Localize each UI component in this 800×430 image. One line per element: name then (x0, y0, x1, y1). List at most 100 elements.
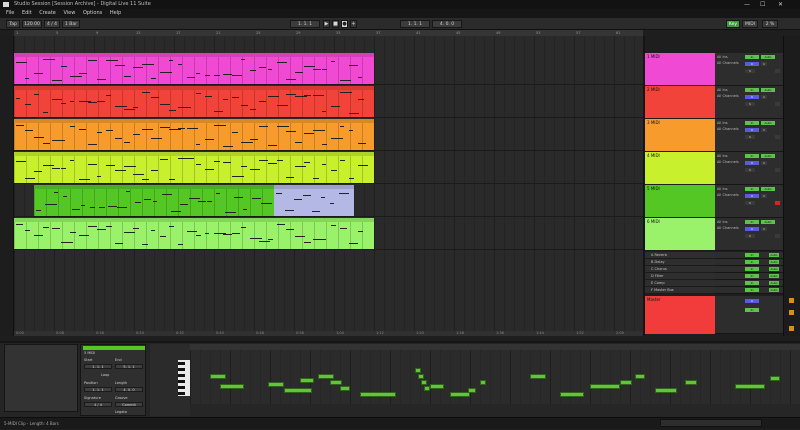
return-monitor-button[interactable]: In (745, 253, 759, 257)
time-ruler[interactable]: 0:00 0:08 0:16 0:24 0:32 0:40 0:48 0:56 1:04 1:12… (14, 331, 643, 336)
menu-options[interactable]: Options (83, 9, 102, 18)
device-drop-area[interactable] (4, 344, 78, 412)
solo-button[interactable]: S (745, 168, 755, 172)
loop-start-field[interactable]: 1. 1. 1 (400, 20, 430, 28)
arm-button[interactable] (775, 168, 780, 172)
record-button[interactable]: ● (341, 20, 348, 28)
midi-note[interactable] (284, 388, 312, 393)
input-type-label[interactable]: All Ins (717, 154, 728, 158)
input-channel-label[interactable]: All Channels (717, 226, 739, 230)
return-send-button[interactable]: Auto (769, 274, 779, 278)
orange-indicator-icon[interactable] (789, 326, 794, 331)
track-lane[interactable] (14, 53, 643, 85)
solo-button[interactable]: S (745, 102, 755, 106)
menu-view[interactable]: View (63, 9, 75, 18)
pan-field[interactable]: C (761, 95, 767, 99)
track-lane[interactable] (14, 119, 643, 151)
black-key[interactable] (178, 368, 185, 371)
track-name[interactable]: 5 MIDI (647, 186, 660, 191)
clip-header[interactable] (274, 185, 354, 189)
midi-note[interactable] (418, 374, 424, 379)
midi-note[interactable] (620, 380, 632, 385)
midi-note[interactable] (330, 380, 342, 385)
midi-note[interactable] (268, 382, 284, 387)
pan-field[interactable]: C (761, 161, 767, 165)
solo-button[interactable]: S (745, 234, 755, 238)
return-send-button[interactable]: Auto (769, 288, 779, 292)
return-send-button[interactable]: Auto (769, 281, 779, 285)
midi-note[interactable] (318, 374, 334, 379)
track-header[interactable]: 5 MIDI (645, 185, 715, 217)
midi-clip[interactable] (14, 53, 374, 84)
track-lane[interactable] (14, 86, 643, 118)
midi-note[interactable] (468, 388, 476, 393)
return-track-header[interactable]: B Delay (645, 259, 715, 266)
loop-length-field[interactable]: 4. 0. 0 (115, 387, 143, 392)
black-key[interactable] (178, 392, 185, 395)
midi-note[interactable] (220, 384, 244, 389)
groove-menu[interactable]: Commit (115, 402, 143, 407)
master-cue-button[interactable]: In (745, 308, 759, 312)
midi-note[interactable] (655, 388, 677, 393)
midi-note[interactable] (530, 374, 546, 379)
arrangement-view[interactable] (14, 36, 643, 331)
track-name[interactable]: 4 MIDI (647, 153, 660, 158)
master-volume-field[interactable]: 0 (745, 299, 759, 303)
track-lane[interactable] (14, 218, 643, 250)
midi-note-editor[interactable] (150, 344, 800, 416)
return-monitor-button[interactable]: In (745, 288, 759, 292)
selected-midi-clip[interactable] (274, 185, 354, 216)
song-position-field[interactable]: 1. 1. 1 (290, 20, 320, 28)
menu-edit[interactable]: Edit (22, 9, 32, 18)
midi-clip[interactable] (14, 152, 374, 183)
monitor-in-button[interactable]: In (745, 121, 759, 125)
track-header[interactable]: 3 MIDI (645, 119, 715, 151)
midi-clip[interactable] (14, 218, 374, 249)
return-monitor-button[interactable]: In (745, 274, 759, 278)
maximize-button[interactable]: ☐ (760, 0, 765, 9)
monitor-in-button[interactable]: In (745, 187, 759, 191)
volume-field[interactable]: 0 (745, 194, 759, 198)
stop-button[interactable]: ■ (332, 20, 339, 28)
monitor-auto-button[interactable]: Auto (761, 220, 775, 224)
clip-signature-field[interactable]: 4 / 4 (84, 402, 112, 407)
monitor-in-button[interactable]: In (745, 55, 759, 59)
midi-note[interactable] (735, 384, 765, 389)
return-track-header[interactable]: E Comp (645, 280, 715, 287)
track-name[interactable]: 6 MIDI (647, 219, 660, 224)
input-type-label[interactable]: All Ins (717, 88, 728, 92)
midi-note[interactable] (300, 378, 314, 383)
editor-ruler[interactable] (190, 344, 800, 350)
midi-note[interactable] (340, 386, 350, 391)
tempo-field[interactable]: 120.00 (22, 20, 42, 28)
menu-help[interactable]: Help (110, 9, 121, 18)
black-key[interactable] (178, 374, 185, 377)
clip-start-field[interactable]: 1. 1. 1 (84, 364, 112, 369)
midi-map-button[interactable]: MIDI (742, 20, 758, 28)
master-track-name[interactable]: Master (647, 297, 661, 302)
track-name[interactable]: 2 MIDI (647, 87, 660, 92)
return-track-header[interactable]: A Reverb (645, 252, 715, 259)
return-track-header[interactable]: C Chorus (645, 266, 715, 273)
midi-note[interactable] (421, 380, 427, 385)
input-type-label[interactable]: All Ins (717, 187, 728, 191)
arm-button[interactable] (775, 102, 780, 106)
monitor-auto-button[interactable]: Auto (761, 121, 775, 125)
key-map-button[interactable]: Key (726, 20, 740, 28)
volume-field[interactable]: 0 (745, 62, 759, 66)
midi-note[interactable] (685, 380, 697, 385)
velocity-lane[interactable] (190, 404, 800, 416)
monitor-auto-button[interactable]: Auto (761, 55, 775, 59)
time-signature-field[interactable]: 4 / 4 (44, 20, 60, 28)
track-header[interactable]: 6 MIDI (645, 218, 715, 250)
input-channel-label[interactable]: All Channels (717, 127, 739, 131)
monitor-in-button[interactable]: In (745, 154, 759, 158)
return-send-button[interactable]: Auto (769, 260, 779, 264)
track-name[interactable]: 3 MIDI (647, 120, 660, 125)
input-channel-label[interactable]: All Channels (717, 193, 739, 197)
arm-button[interactable] (775, 69, 780, 73)
solo-button[interactable]: S (745, 135, 755, 139)
pan-field[interactable]: C (761, 128, 767, 132)
arm-button[interactable] (775, 201, 780, 205)
piano-keys[interactable] (178, 360, 190, 396)
